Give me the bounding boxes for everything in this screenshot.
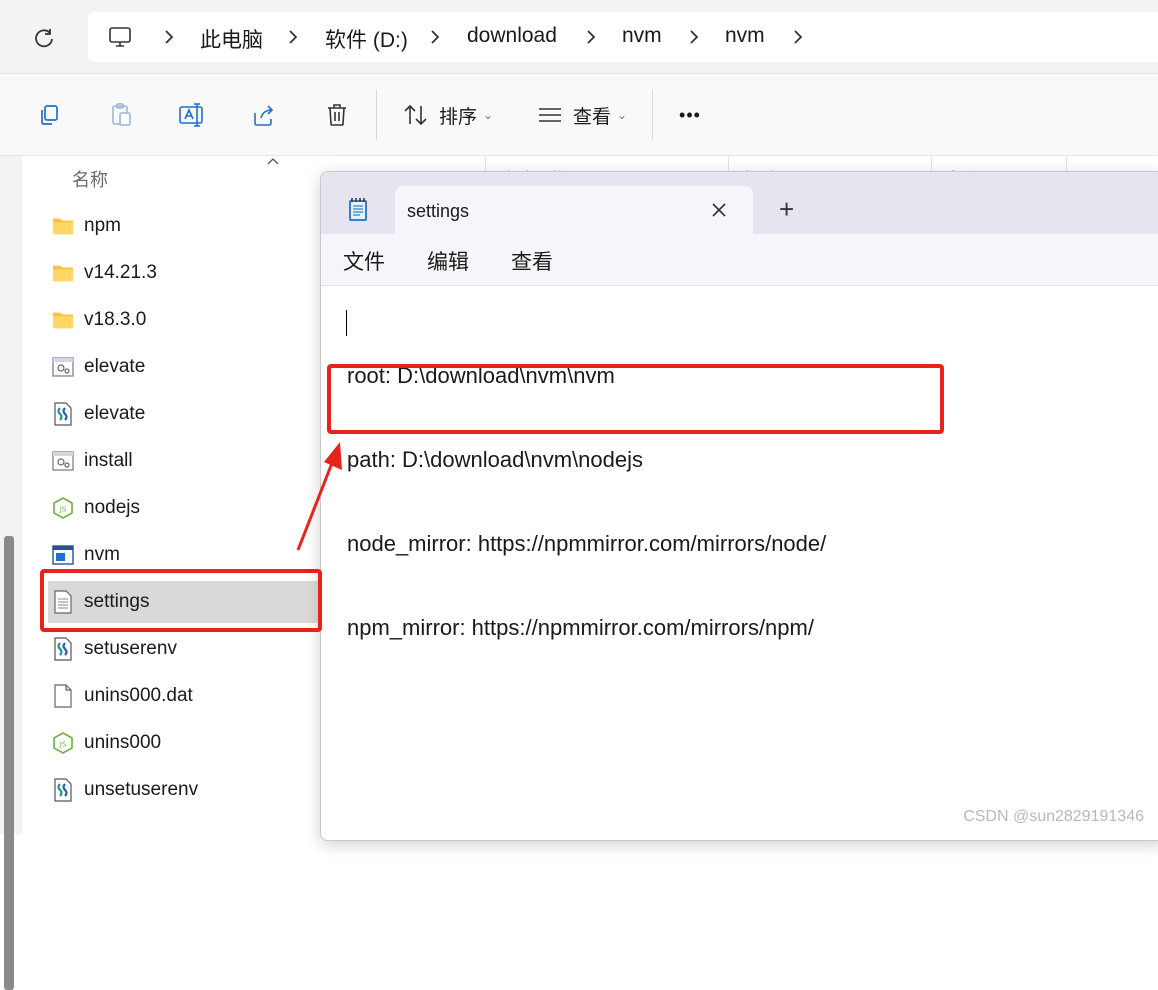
- notepad-menubar: 文件 编辑 查看: [321, 234, 1158, 286]
- script-icon: [52, 403, 74, 425]
- breadcrumb[interactable]: 此电脑 软件 (D:) download nvm nvm: [88, 12, 1158, 62]
- file-name: elevate: [84, 403, 145, 425]
- text-line: node_mirror: https://npmmirror.com/mirro…: [347, 530, 826, 558]
- sort-button[interactable]: 排序 ⌄: [400, 98, 496, 132]
- breadcrumb-item-download[interactable]: download: [467, 24, 557, 48]
- toolbar-divider: [652, 90, 653, 140]
- file-name: setuserenv: [84, 638, 177, 660]
- list-item[interactable]: JS unins000: [48, 722, 318, 764]
- menu-view[interactable]: 查看: [511, 246, 553, 276]
- blank-file-icon: [52, 685, 74, 707]
- toolbar-divider: [376, 90, 377, 140]
- folder-icon: [52, 215, 74, 237]
- text-line: path: D:\download\nvm\nodejs: [347, 446, 826, 474]
- chevron-right-icon[interactable]: [582, 27, 600, 47]
- chevron-right-icon[interactable]: [685, 27, 703, 47]
- list-item[interactable]: npm: [48, 205, 318, 247]
- scrollbar-thumb[interactable]: [4, 536, 14, 990]
- highlight-box-mirror-lines: [327, 364, 944, 434]
- exe-icon: [52, 450, 74, 472]
- view-label: 查看: [573, 102, 611, 129]
- list-view-icon: [537, 105, 563, 125]
- copy-icon: [37, 103, 61, 127]
- file-name: npm: [84, 215, 121, 237]
- list-item[interactable]: setuserenv: [48, 628, 318, 670]
- notepad-window: settings + 文件 编辑 查看 root: D:\download\nv…: [320, 171, 1158, 841]
- annotation-arrow: [290, 436, 350, 556]
- chevron-down-icon: ⌄: [483, 108, 493, 122]
- svg-text:JS: JS: [59, 506, 67, 514]
- folder-icon: [52, 309, 74, 331]
- notepad-titlebar: settings +: [321, 172, 1158, 234]
- script-icon: [52, 779, 74, 801]
- refresh-button[interactable]: [26, 20, 62, 56]
- breadcrumb-item-drive-d[interactable]: 软件 (D:): [325, 24, 408, 54]
- close-icon[interactable]: [711, 202, 727, 218]
- list-item[interactable]: elevate: [48, 346, 318, 388]
- app-window-icon: [52, 544, 74, 566]
- more-options-button[interactable]: •••: [672, 98, 708, 132]
- file-name: unins000.dat: [84, 685, 193, 707]
- command-bar: 排序 ⌄ 查看 ⌄ •••: [0, 74, 1158, 156]
- share-button[interactable]: [247, 98, 281, 132]
- view-button[interactable]: 查看 ⌄: [534, 98, 630, 132]
- refresh-icon: [33, 27, 55, 49]
- share-icon: [251, 103, 277, 127]
- exe-icon: [52, 356, 74, 378]
- file-name: nodejs: [84, 497, 140, 519]
- paste-button[interactable]: [104, 98, 138, 132]
- address-bar: 此电脑 软件 (D:) download nvm nvm: [0, 0, 1158, 74]
- list-item[interactable]: v18.3.0: [48, 299, 318, 341]
- file-name: nvm: [84, 544, 120, 566]
- list-item[interactable]: install: [48, 440, 318, 482]
- new-tab-button[interactable]: +: [779, 196, 794, 222]
- trash-icon: [326, 103, 348, 127]
- rename-button[interactable]: [175, 98, 209, 132]
- breadcrumb-item-nvm-current[interactable]: nvm: [725, 24, 765, 48]
- text-line: npm_mirror: https://npmmirror.com/mirror…: [347, 614, 826, 642]
- list-item[interactable]: JS nodejs: [48, 487, 318, 529]
- file-name: v14.21.3: [84, 262, 157, 284]
- menu-file[interactable]: 文件: [343, 246, 385, 276]
- sort-label: 排序: [439, 102, 477, 129]
- list-item[interactable]: unins000.dat: [48, 675, 318, 717]
- watermark: CSDN @sun2829191346: [963, 808, 1144, 826]
- chevron-right-icon[interactable]: [789, 27, 807, 47]
- breadcrumb-item-this-pc[interactable]: 此电脑: [200, 24, 263, 54]
- chevron-right-icon[interactable]: [284, 27, 302, 47]
- svg-text:JS: JS: [59, 741, 67, 749]
- this-pc-icon[interactable]: [108, 25, 132, 49]
- list-item[interactable]: elevate: [48, 393, 318, 435]
- breadcrumb-item-nvm[interactable]: nvm: [622, 24, 662, 48]
- folder-icon: [52, 262, 74, 284]
- sort-ascending-icon: [266, 156, 280, 166]
- nodejs-icon: JS: [52, 497, 74, 519]
- script-icon: [52, 638, 74, 660]
- sort-icon: [403, 103, 429, 127]
- rename-icon: [178, 102, 206, 128]
- menu-edit[interactable]: 编辑: [427, 246, 469, 276]
- file-name: install: [84, 450, 133, 472]
- highlight-box-settings-file: [40, 569, 322, 632]
- column-header-name[interactable]: 名称: [72, 166, 108, 192]
- paste-icon: [109, 102, 133, 128]
- list-item[interactable]: v14.21.3: [48, 252, 318, 294]
- chevron-right-icon[interactable]: [160, 27, 178, 47]
- copy-button[interactable]: [32, 98, 66, 132]
- notepad-app-icon: [347, 196, 369, 222]
- delete-button[interactable]: [320, 98, 354, 132]
- file-name: v18.3.0: [84, 309, 146, 331]
- chevron-right-icon[interactable]: [426, 27, 444, 47]
- nodejs-icon: JS: [52, 732, 74, 754]
- navigation-pane-edge: [0, 156, 22, 834]
- chevron-down-icon: ⌄: [617, 108, 627, 122]
- tab-title: settings: [407, 201, 469, 222]
- file-name: elevate: [84, 356, 145, 378]
- list-item[interactable]: unsetuserenv: [48, 769, 318, 811]
- file-name: unins000: [84, 732, 161, 754]
- tab-settings[interactable]: settings: [395, 186, 753, 236]
- file-name: unsetuserenv: [84, 779, 198, 801]
